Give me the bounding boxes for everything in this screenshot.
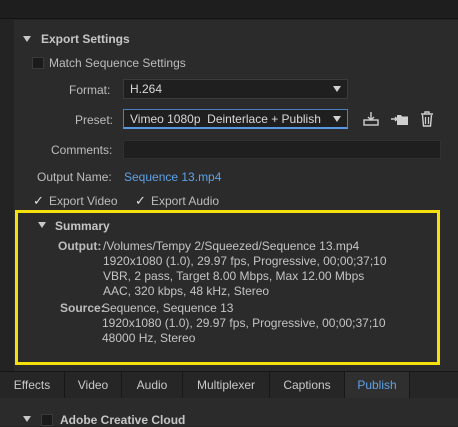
settings-tab-bar: Effects Video Audio Multiplexer Captions… — [0, 371, 458, 399]
format-label: Format: — [69, 83, 111, 97]
comments-label: Comments: — [51, 143, 113, 157]
export-video-checkbox[interactable]: ✓ — [33, 193, 44, 209]
save-preset-icon — [363, 112, 379, 126]
save-preset-button[interactable] — [362, 110, 380, 128]
output-name-link[interactable]: Sequence 13.mp4 — [124, 170, 221, 184]
summary-source-text: Sequence, Sequence 13 1920x1080 (1.0), 2… — [102, 301, 386, 346]
preset-value: Vimeo 1080p Deinterlace + Publish — [130, 112, 321, 126]
collapse-triangle-icon — [23, 36, 31, 42]
output-name-label: Output Name: — [37, 170, 112, 184]
tab-multiplexer[interactable]: Multiplexer — [183, 372, 270, 398]
summary-output-line: AAC, 320 kbps, 48 kHz, Stereo — [103, 284, 270, 298]
export-settings-toggle[interactable] — [23, 36, 33, 46]
summary-source-line: 1920x1080 (1.0), 29.97 fps, Progressive,… — [102, 316, 386, 330]
summary-source-label: Source: — [60, 301, 105, 315]
summary-output-text: /Volumes/Tempy 2/Squeezed/Sequence 13.mp… — [103, 239, 387, 299]
summary-source-line: 48000 Hz, Stereo — [102, 331, 196, 345]
comments-field[interactable] — [123, 140, 441, 159]
creative-cloud-title: Adobe Creative Cloud — [60, 413, 186, 427]
collapse-triangle-icon — [23, 416, 31, 422]
tab-audio[interactable]: Audio — [122, 372, 183, 398]
summary-toggle[interactable] — [38, 222, 48, 232]
match-sequence-label: Match Sequence Settings — [49, 56, 186, 70]
creative-cloud-checkbox[interactable] — [41, 414, 53, 426]
format-value: H.264 — [130, 82, 163, 96]
export-audio-checkbox[interactable]: ✓ — [135, 193, 146, 209]
tab-publish[interactable]: Publish — [345, 372, 410, 398]
chevron-down-icon — [333, 86, 341, 92]
summary-output-line: VBR, 2 pass, Target 8.00 Mbps, Max 12.00… — [103, 269, 365, 283]
top-bar — [0, 0, 458, 19]
preset-dropdown[interactable]: Vimeo 1080p Deinterlace + Publish — [123, 109, 348, 129]
collapse-triangle-icon — [38, 222, 46, 228]
chevron-down-icon — [333, 116, 341, 122]
match-sequence-checkbox[interactable] — [32, 57, 44, 69]
tab-effects[interactable]: Effects — [0, 372, 65, 398]
export-audio-label: Export Audio — [151, 194, 220, 208]
import-preset-button[interactable] — [390, 110, 410, 128]
summary-output-line: 1920x1080 (1.0), 29.97 fps, Progressive,… — [103, 254, 387, 268]
delete-preset-button[interactable] — [419, 110, 435, 128]
summary-output-label: Output: — [58, 239, 102, 253]
summary-title: Summary — [55, 219, 110, 233]
trash-icon — [421, 111, 433, 127]
export-video-label: Export Video — [49, 194, 118, 208]
tab-captions[interactable]: Captions — [270, 372, 345, 398]
summary-source-line: Sequence, Sequence 13 — [102, 301, 234, 315]
creative-cloud-toggle[interactable] — [23, 416, 33, 426]
checkmark-icon: ✓ — [33, 193, 44, 208]
summary-output-line: /Volumes/Tempy 2/Squeezed/Sequence 13.mp… — [103, 239, 360, 253]
format-dropdown[interactable]: H.264 — [123, 79, 348, 99]
section-title-export-settings: Export Settings — [41, 32, 130, 46]
preset-label: Preset: — [75, 113, 114, 127]
import-preset-icon — [391, 115, 408, 125]
tab-video[interactable]: Video — [65, 372, 122, 398]
checkmark-icon: ✓ — [135, 193, 146, 208]
